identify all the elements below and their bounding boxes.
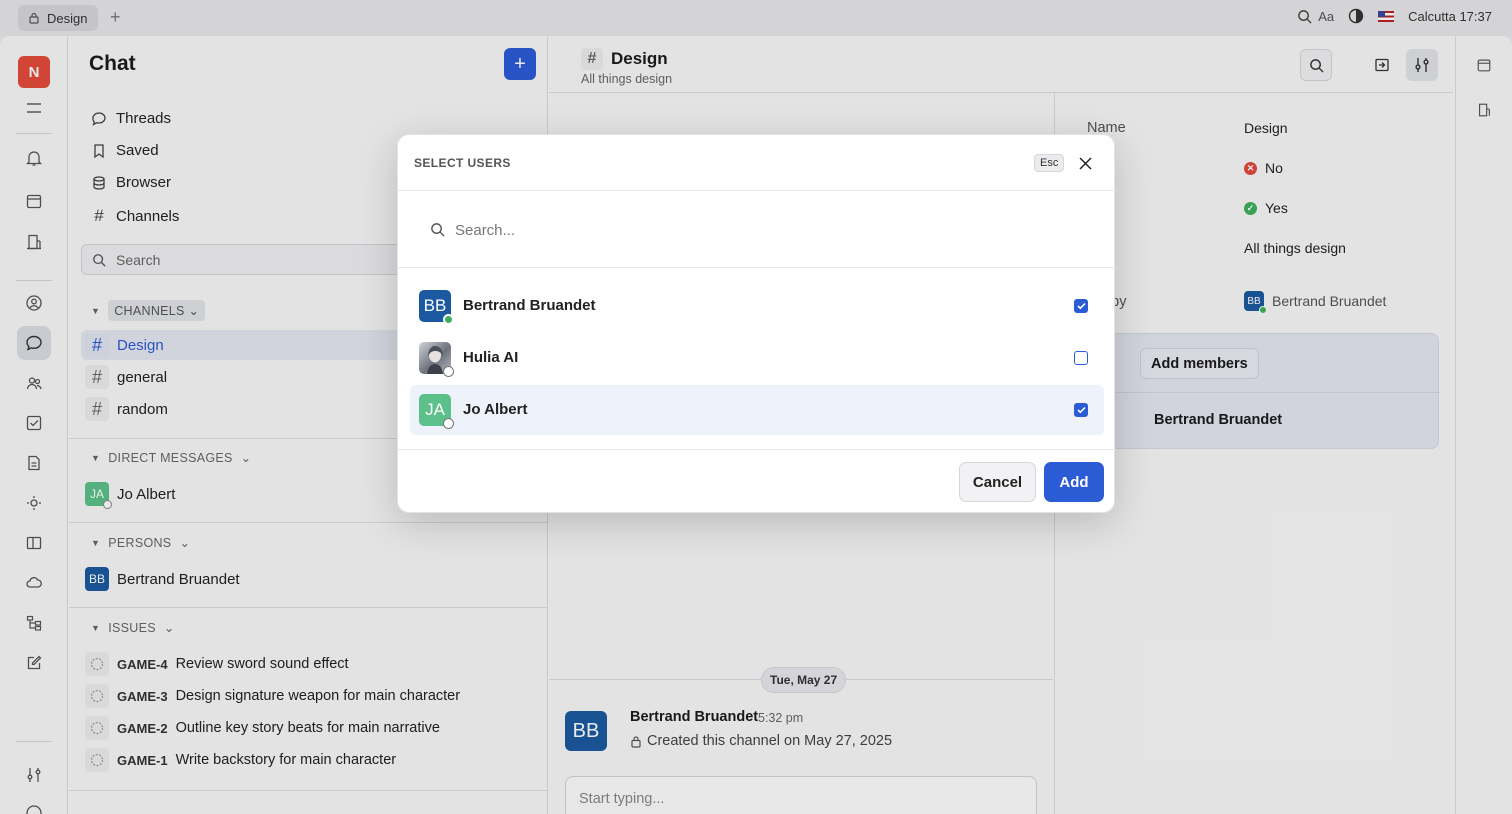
close-button[interactable]: [1075, 153, 1095, 173]
user-row-jo-albert[interactable]: JA Jo Albert: [410, 385, 1104, 435]
user-name: Jo Albert: [463, 401, 528, 418]
online-status-dot: [443, 314, 454, 325]
user-checkbox[interactable]: [1074, 299, 1088, 313]
search-icon: [431, 223, 445, 237]
esc-shortcut-badge: Esc: [1034, 154, 1065, 172]
user-checkbox[interactable]: [1074, 351, 1088, 365]
add-button[interactable]: Add: [1044, 462, 1104, 502]
user-row-hulia[interactable]: Hulia AI: [410, 333, 1104, 383]
close-icon: [1078, 156, 1092, 170]
user-checkbox[interactable]: [1074, 403, 1088, 417]
user-name: Hulia AI: [463, 349, 519, 366]
check-icon: [1076, 302, 1086, 310]
user-row-bertrand[interactable]: BB Bertrand Bruandet: [410, 281, 1104, 331]
select-users-dialog: SELECT USERS Esc BB Bertrand Bruandet Hu…: [397, 134, 1116, 513]
offline-status-dot: [443, 418, 454, 429]
cancel-button[interactable]: Cancel: [959, 462, 1036, 502]
dialog-title: SELECT USERS: [414, 156, 511, 170]
offline-status-dot: [443, 366, 454, 377]
user-search-input[interactable]: [455, 217, 1085, 243]
check-icon: [1076, 406, 1086, 414]
user-name: Bertrand Bruandet: [463, 297, 596, 314]
